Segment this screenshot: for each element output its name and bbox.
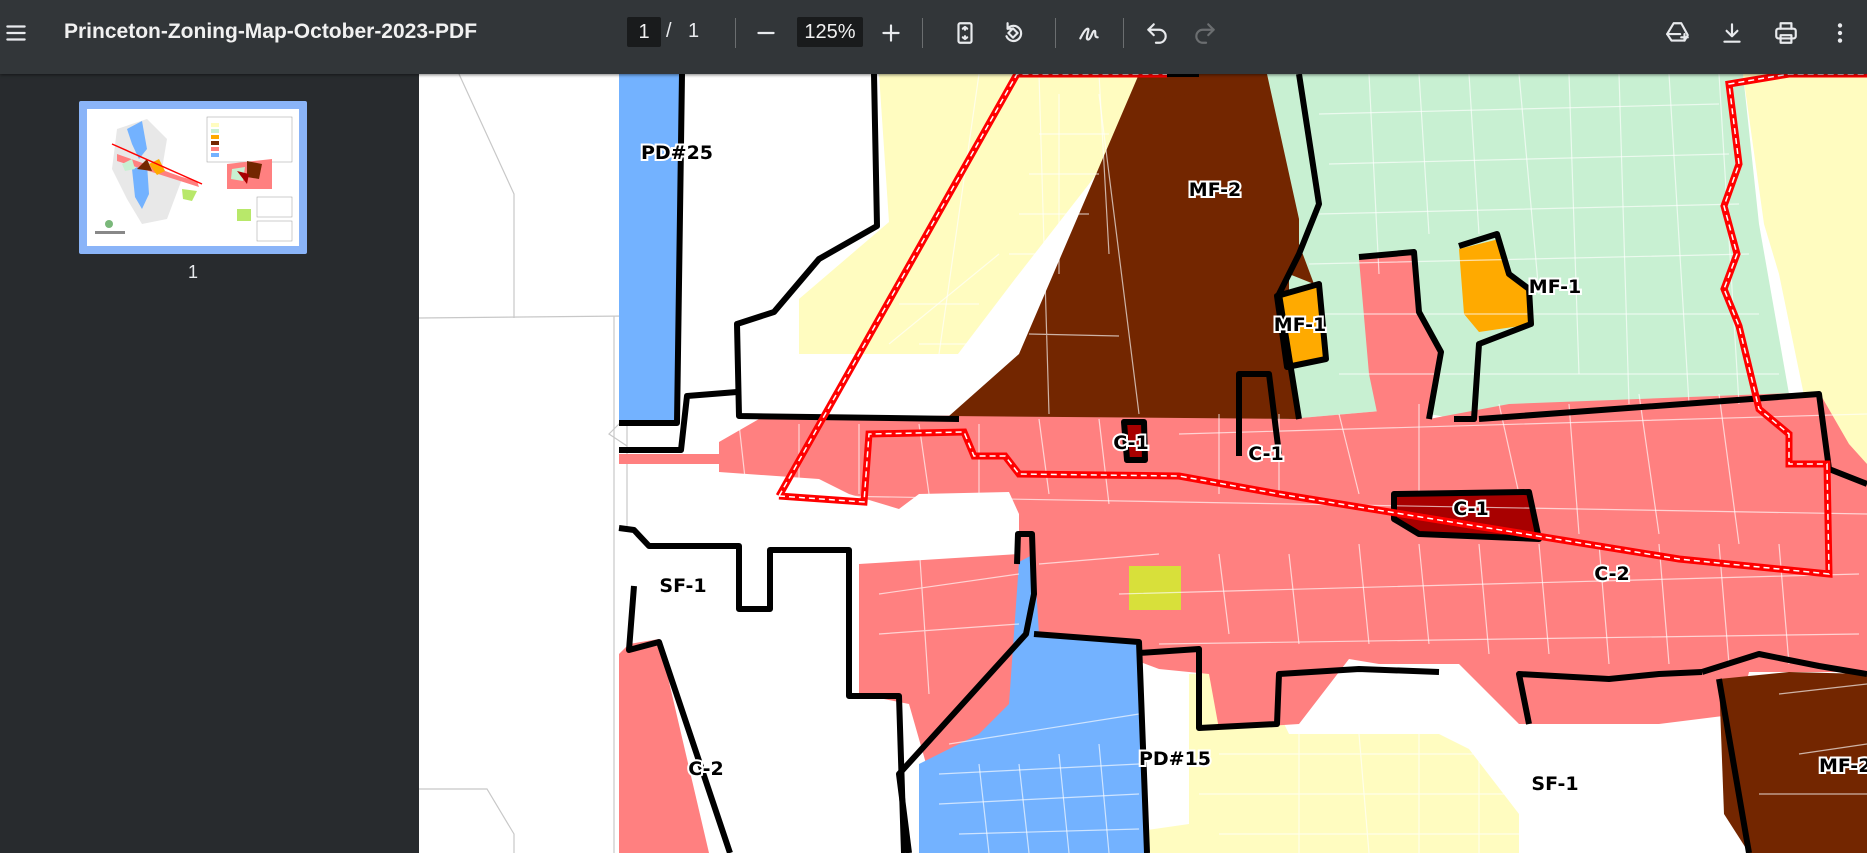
pdf-toolbar: Princeton-Zoning-Map-October-2023-PDF 1 … [0,0,1867,74]
page-number-input[interactable]: 1 [627,17,661,47]
label-sf1-bottom: SF-1 [1531,773,1578,795]
label-mf1-left: MF-1 [1274,314,1326,336]
toolbar-divider [735,18,736,48]
redo-button[interactable] [1185,13,1225,53]
toolbar-divider [1055,18,1056,48]
zoning-map-thumbnail [87,109,299,246]
label-pd25: PD#25 [641,142,713,164]
add-to-drive-icon [1666,22,1689,42]
minus-icon [757,31,775,35]
rotate-button[interactable] [993,13,1033,53]
label-c2-main: C-2 [1594,563,1630,585]
zoom-input[interactable]: 125% [797,17,863,47]
label-mf1-right: MF-1 [1529,276,1581,298]
label-c1-a: C-1 [1113,432,1149,454]
download-icon [1723,23,1741,43]
redo-icon [1195,23,1215,44]
page-thumbnail[interactable] [79,101,307,254]
page-separator: / [666,20,672,42]
rotate-icon [1005,22,1023,43]
fit-to-page-button[interactable] [945,13,985,53]
document-title: Princeton-Zoning-Map-October-2023-PDF [64,20,478,43]
zoning-map: PD#25 MF-2 MF-1 MF-1 C-1 C-1 C-1 C-2 SF-… [419,74,1867,853]
undo-icon [1147,23,1167,44]
more-options-button[interactable] [1820,13,1860,53]
label-c1-c: C-1 [1453,498,1489,520]
label-sf1-left: SF-1 [659,575,706,597]
thumbnail-sidebar: 1 [0,74,419,853]
more-vert-icon [1837,23,1843,43]
print-button[interactable] [1766,13,1806,53]
toolbar-divider [1123,18,1124,48]
undo-button[interactable] [1137,13,1177,53]
toolbar-divider [922,18,923,48]
thumbnail-page-label: 1 [187,262,198,282]
label-mf2-right: MF-2 [1819,755,1867,777]
annotate-button[interactable] [1069,13,1109,53]
label-mf2-top: MF-2 [1189,179,1241,201]
download-button[interactable] [1712,13,1752,53]
label-c1-b: C-1 [1248,443,1284,465]
thumbnail-image [87,109,299,246]
zoom-in-button[interactable] [871,13,911,53]
zone-pd25 [619,74,682,423]
fit-to-page-icon [957,22,973,44]
page-total: 1 [688,20,700,42]
zoom-out-button[interactable] [746,13,786,53]
print-icon [1775,22,1797,44]
add-to-drive-button[interactable] [1658,13,1698,53]
plus-icon [882,24,900,42]
label-pd15: PD#15 [1139,748,1211,770]
draw-icon [1079,27,1099,41]
menu-icon[interactable] [0,13,36,53]
pdf-viewer[interactable]: PD#25 MF-2 MF-1 MF-1 C-1 C-1 C-1 C-2 SF-… [419,74,1867,853]
label-c2-bottom: C-2 [688,758,724,780]
zone-yellow-parcel [1129,566,1181,610]
